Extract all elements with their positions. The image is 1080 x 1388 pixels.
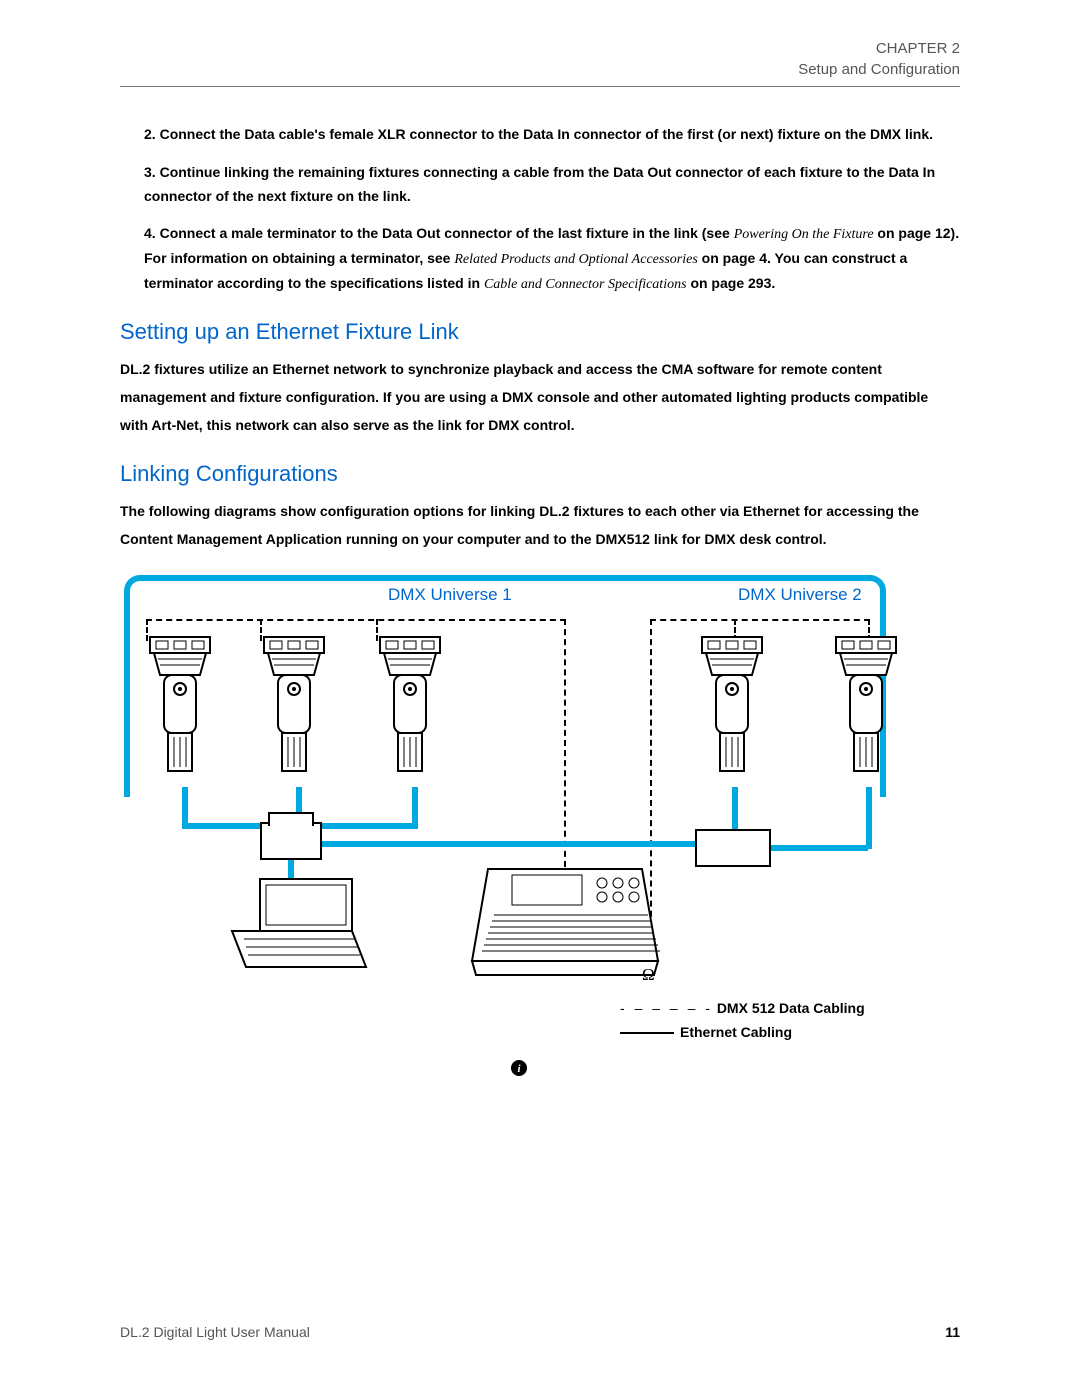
heading-ethernet-link: Setting up an Ethernet Fixture Link xyxy=(120,319,960,345)
eth-h-2 xyxy=(320,823,418,829)
page-header: CHAPTER 2 Setup and Configuration xyxy=(120,38,960,80)
ethernet-frame xyxy=(124,575,886,797)
page-footer: DL.2 Digital Light User Manual 11 xyxy=(120,1324,960,1340)
legend-eth-label: Ethernet Cabling xyxy=(680,1024,792,1040)
header-rule xyxy=(120,86,960,87)
ethernet-switch-icon xyxy=(260,822,322,860)
eth-drop-3 xyxy=(412,787,418,827)
dmx-cable-u2 xyxy=(650,619,870,621)
eth-h-1 xyxy=(182,823,264,829)
step-2-text: Connect the Data cable's female XLR conn… xyxy=(160,126,933,142)
lighting-console-icon xyxy=(468,861,662,981)
step-3-number: 3. xyxy=(144,164,156,180)
dmx-universe-1-label: DMX Universe 1 xyxy=(388,585,512,605)
step-2: 2. Connect the Data cable's female XLR c… xyxy=(120,123,960,147)
solid-line-icon xyxy=(620,1032,674,1034)
paragraph-linking: The following diagrams show configuratio… xyxy=(120,497,960,553)
fixture-icon xyxy=(144,633,216,783)
terminator-omega-icon: Ω xyxy=(642,965,655,985)
eth-to-sw2 xyxy=(320,841,700,847)
step-4-number: 4. xyxy=(144,225,156,241)
page-number: 11 xyxy=(945,1324,960,1340)
step-4-ref1: Powering On the Fixture xyxy=(734,227,874,242)
linking-diagram: DMX Universe 1 DMX Universe 2 xyxy=(120,571,894,1041)
tip-icon: i xyxy=(510,1059,528,1077)
eth-drop-4 xyxy=(732,787,738,833)
step-4-text-a: Connect a male terminator to the Data Ou… xyxy=(160,225,734,241)
dmx-cable-u1 xyxy=(146,619,566,621)
fixture-icon xyxy=(374,633,446,783)
chapter-label: CHAPTER 2 xyxy=(120,38,960,59)
fixture-icon xyxy=(258,633,330,783)
step-4-text-d: on page 293. xyxy=(690,275,775,291)
step-3-text: Continue linking the remaining fixtures … xyxy=(144,164,935,204)
ethernet-switch-icon xyxy=(695,829,771,867)
step-2-number: 2. xyxy=(144,126,156,142)
dmx-universe-2-label: DMX Universe 2 xyxy=(738,585,862,605)
dashed-line-icon: - – – – – - xyxy=(620,1000,713,1016)
fixture-icon xyxy=(696,633,768,783)
step-4: 4. Connect a male terminator to the Data… xyxy=(120,222,960,296)
heading-linking-config: Linking Configurations xyxy=(120,461,960,487)
eth-drop-1 xyxy=(182,787,188,827)
step-4-ref3: Cable and Connector Specifications xyxy=(484,277,687,292)
step-3: 3. Continue linking the remaining fixtur… xyxy=(120,161,960,209)
fixture-icon xyxy=(830,633,902,783)
step-4-ref2: Related Products and Optional Accessorie… xyxy=(454,252,697,267)
eth-h-3 xyxy=(768,845,868,851)
laptop-icon xyxy=(224,873,374,973)
paragraph-ethernet: DL.2 fixtures utilize an Ethernet networ… xyxy=(120,355,960,439)
diagram-legend: - – – – – - DMX 512 Data Cabling Etherne… xyxy=(620,997,865,1045)
dmx-to-console xyxy=(564,619,566,867)
section-label: Setup and Configuration xyxy=(120,59,960,80)
manual-title: DL.2 Digital Light User Manual xyxy=(120,1324,310,1340)
legend-dmx-label: DMX 512 Data Cabling xyxy=(717,1000,865,1016)
eth-drop-5 xyxy=(866,787,872,849)
